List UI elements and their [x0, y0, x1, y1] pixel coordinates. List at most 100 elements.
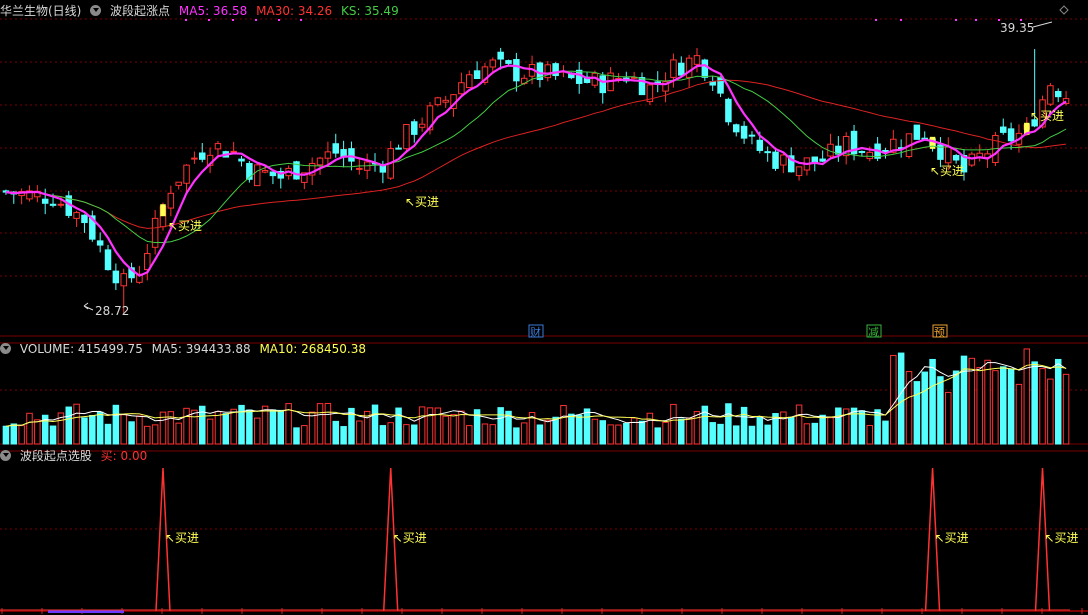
volume-bar: [395, 407, 402, 445]
volume-bar: [96, 411, 104, 445]
volume-bar: [709, 422, 716, 445]
candles[interactable]: [2, 47, 1070, 314]
candle[interactable]: [536, 61, 544, 88]
candle[interactable]: [230, 141, 237, 153]
volume-panel-header: VOLUME: 415499.75 MA5: 394433.88 MA10: 2…: [0, 340, 371, 358]
candle[interactable]: [418, 117, 426, 132]
candle[interactable]: [269, 171, 277, 185]
candle[interactable]: [709, 76, 716, 92]
volume-bar: [191, 409, 198, 445]
candle[interactable]: [842, 132, 850, 165]
candle[interactable]: [874, 137, 881, 162]
candle[interactable]: [1054, 88, 1062, 103]
volume-bar: [717, 423, 724, 445]
price-panel[interactable]: [2, 19, 1070, 314]
candle[interactable]: [128, 262, 135, 283]
candle[interactable]: [1007, 122, 1015, 150]
candle[interactable]: [41, 188, 49, 215]
candle[interactable]: [795, 166, 803, 181]
chevron-down-icon[interactable]: [0, 343, 11, 354]
candle[interactable]: [96, 232, 104, 253]
candle[interactable]: [740, 121, 748, 144]
candle[interactable]: [976, 144, 983, 162]
candle[interactable]: [442, 95, 449, 108]
volume-bar: [73, 403, 80, 445]
candle[interactable]: [104, 244, 112, 271]
candle[interactable]: [18, 188, 25, 205]
candle[interactable]: [835, 136, 842, 162]
candle[interactable]: [733, 123, 740, 137]
candle[interactable]: [332, 133, 339, 158]
candle[interactable]: [725, 97, 732, 126]
candle[interactable]: [780, 152, 787, 174]
candle[interactable]: [403, 123, 410, 154]
signal-panel[interactable]: ↖买进 ↖买进 ↖买进 ↖买进: [0, 467, 1079, 612]
candle[interactable]: [411, 119, 418, 143]
candle[interactable]: [654, 71, 661, 93]
candle[interactable]: [913, 124, 921, 140]
candle[interactable]: [1047, 83, 1054, 107]
candle[interactable]: [191, 151, 198, 164]
candle[interactable]: [575, 61, 583, 94]
signal-indicator-name[interactable]: 波段起点选股: [20, 449, 92, 463]
candle[interactable]: [81, 214, 88, 233]
volume-bars[interactable]: [2, 348, 1070, 445]
candle[interactable]: [340, 140, 347, 168]
volume-bar: [583, 408, 591, 445]
candle[interactable]: [827, 133, 834, 159]
volume-bar: [136, 415, 143, 445]
candle[interactable]: [144, 243, 151, 281]
candle[interactable]: [952, 154, 960, 164]
candle[interactable]: [206, 147, 214, 174]
candle[interactable]: [434, 96, 442, 107]
candle[interactable]: [701, 58, 709, 81]
candle[interactable]: [89, 210, 96, 242]
indicator-name[interactable]: 波段起涨点: [110, 4, 170, 18]
candle[interactable]: [387, 141, 394, 181]
candle[interactable]: [662, 72, 669, 103]
candle[interactable]: [199, 142, 206, 163]
candle[interactable]: [26, 185, 33, 202]
volume-bar: [411, 424, 418, 445]
candle[interactable]: [764, 146, 771, 162]
candle[interactable]: [466, 70, 473, 89]
volume-bar: [575, 414, 583, 445]
candle[interactable]: [819, 150, 826, 163]
candle[interactable]: [607, 67, 614, 92]
candle[interactable]: [324, 141, 332, 166]
candle[interactable]: [395, 144, 402, 150]
candle[interactable]: [253, 163, 261, 187]
candle[interactable]: [623, 71, 630, 84]
candle[interactable]: [112, 263, 120, 290]
volume-bar: [795, 404, 803, 445]
chevron-down-icon[interactable]: [90, 5, 102, 16]
candle[interactable]: [678, 56, 685, 76]
candle[interactable]: [544, 61, 552, 82]
candle[interactable]: [921, 131, 928, 140]
candle[interactable]: [458, 72, 465, 95]
candle[interactable]: [1000, 118, 1007, 135]
candle[interactable]: [638, 72, 646, 96]
candle[interactable]: [238, 155, 245, 167]
stock-name[interactable]: 华兰生物(日线): [0, 4, 81, 18]
candle[interactable]: [630, 71, 638, 80]
candle[interactable]: [473, 61, 481, 80]
candle[interactable]: [167, 185, 175, 217]
candle-body: [599, 75, 606, 94]
candle[interactable]: [73, 210, 80, 228]
candle[interactable]: [175, 181, 182, 190]
chevron-down-icon[interactable]: [0, 450, 11, 461]
candle[interactable]: [363, 153, 371, 180]
stock-chart[interactable]: ↖买进 ↖买进 ↖买进 ↖买进 39.3528.72↖买进↖买进↖买进↖买进财减预: [0, 0, 1088, 615]
candle-body: [434, 97, 442, 106]
candle[interactable]: [937, 137, 944, 168]
candle[interactable]: [717, 76, 724, 98]
candle[interactable]: [646, 83, 654, 105]
candle[interactable]: [599, 71, 606, 104]
volume-panel[interactable]: [2, 348, 1070, 445]
candle[interactable]: [748, 131, 756, 145]
candle[interactable]: [513, 52, 520, 92]
candle[interactable]: [277, 167, 285, 189]
candle[interactable]: [803, 157, 811, 176]
candle[interactable]: [151, 210, 159, 255]
